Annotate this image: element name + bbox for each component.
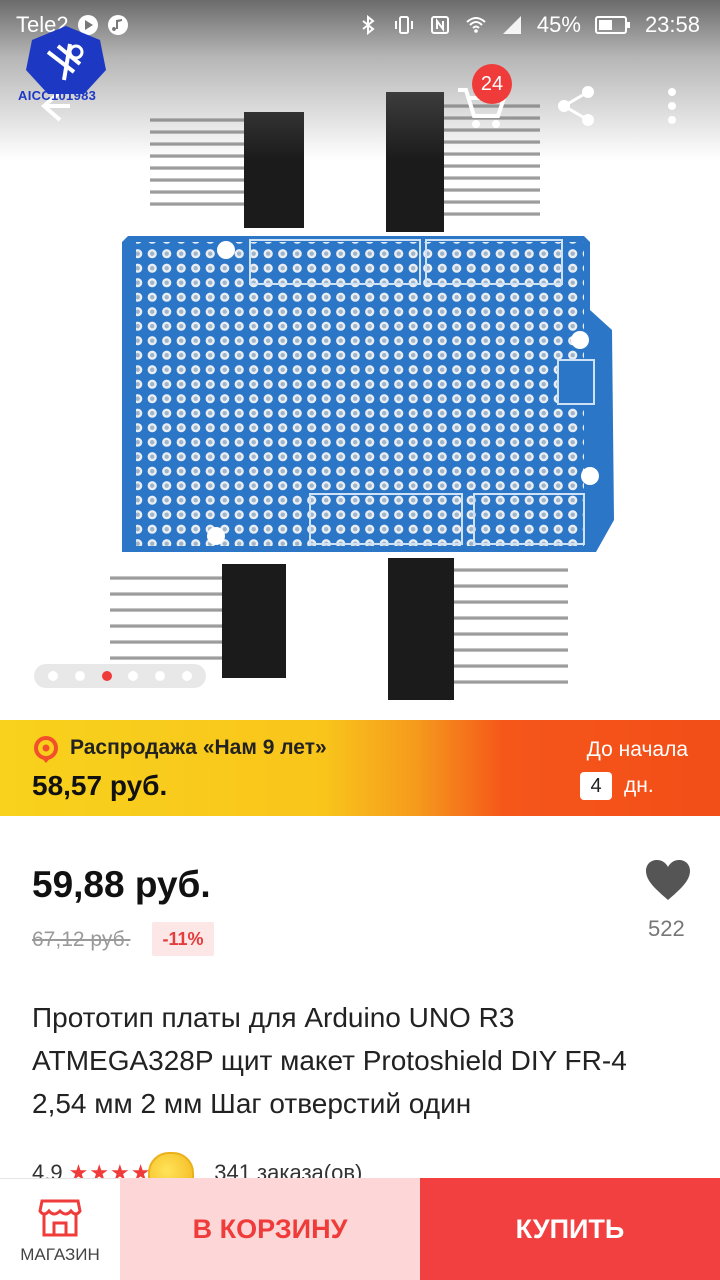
- promo-days-count: 4: [580, 772, 612, 800]
- old-price: 67,12 руб.: [32, 928, 131, 951]
- more-vertical-icon[interactable]: [652, 82, 692, 130]
- cart-count-badge[interactable]: 24: [472, 64, 512, 104]
- store-button-label: МАГАЗИН: [20, 1245, 100, 1264]
- gallery-dot[interactable]: [48, 671, 59, 681]
- gallery-dot[interactable]: [154, 671, 165, 681]
- store-button[interactable]: МАГАЗИН: [0, 1178, 120, 1280]
- promo-price: 58,57 руб.: [32, 770, 168, 801]
- wishlist-count: 522: [648, 916, 685, 941]
- promo-countdown-label: До начала: [586, 738, 688, 761]
- gallery-dot-active[interactable]: [101, 671, 112, 681]
- current-price: 59,88 руб.: [32, 864, 211, 905]
- nfc-icon: [430, 16, 449, 34]
- add-to-cart-button[interactable]: В КОРЗИНУ: [120, 1178, 420, 1280]
- protoshield-board: [122, 236, 614, 552]
- sale-pin-icon: [34, 736, 58, 763]
- signal-icon: [502, 16, 521, 34]
- heart-icon[interactable]: [644, 858, 692, 902]
- pin-header-bottom-right: [388, 558, 568, 700]
- promo-title: Распродажа «Нам 9 лет»: [70, 736, 327, 759]
- pin-header-bottom-left: [110, 564, 286, 678]
- bluetooth-icon: [362, 14, 375, 36]
- battery-icon: [594, 16, 630, 34]
- store-icon: [38, 1199, 82, 1237]
- clock: 23:58: [644, 12, 700, 37]
- battery-percent: 45%: [536, 12, 581, 37]
- bottom-action-bar: МАГАЗИН В КОРЗИНУ КУПИТЬ: [0, 1178, 720, 1280]
- store-logo-text: AICC101983: [18, 88, 97, 103]
- gallery-dot[interactable]: [74, 671, 85, 681]
- sale-promo-banner[interactable]: Распродажа «Нам 9 лет» 58,57 руб. До нач…: [0, 720, 720, 816]
- gallery-dot[interactable]: [128, 671, 139, 681]
- wifi-icon: [466, 17, 486, 33]
- buy-now-button[interactable]: КУПИТЬ: [420, 1178, 720, 1280]
- gallery-dot[interactable]: [181, 671, 192, 681]
- vibrate-icon: [394, 16, 413, 34]
- product-title: Прототип платы для Arduino UNO R3 ATMEGA…: [32, 1002, 627, 1119]
- promo-days-unit: дн.: [624, 774, 654, 797]
- share-icon[interactable]: [552, 82, 600, 130]
- gallery-pagination[interactable]: [34, 664, 206, 688]
- discount-badge: -11%: [152, 922, 214, 956]
